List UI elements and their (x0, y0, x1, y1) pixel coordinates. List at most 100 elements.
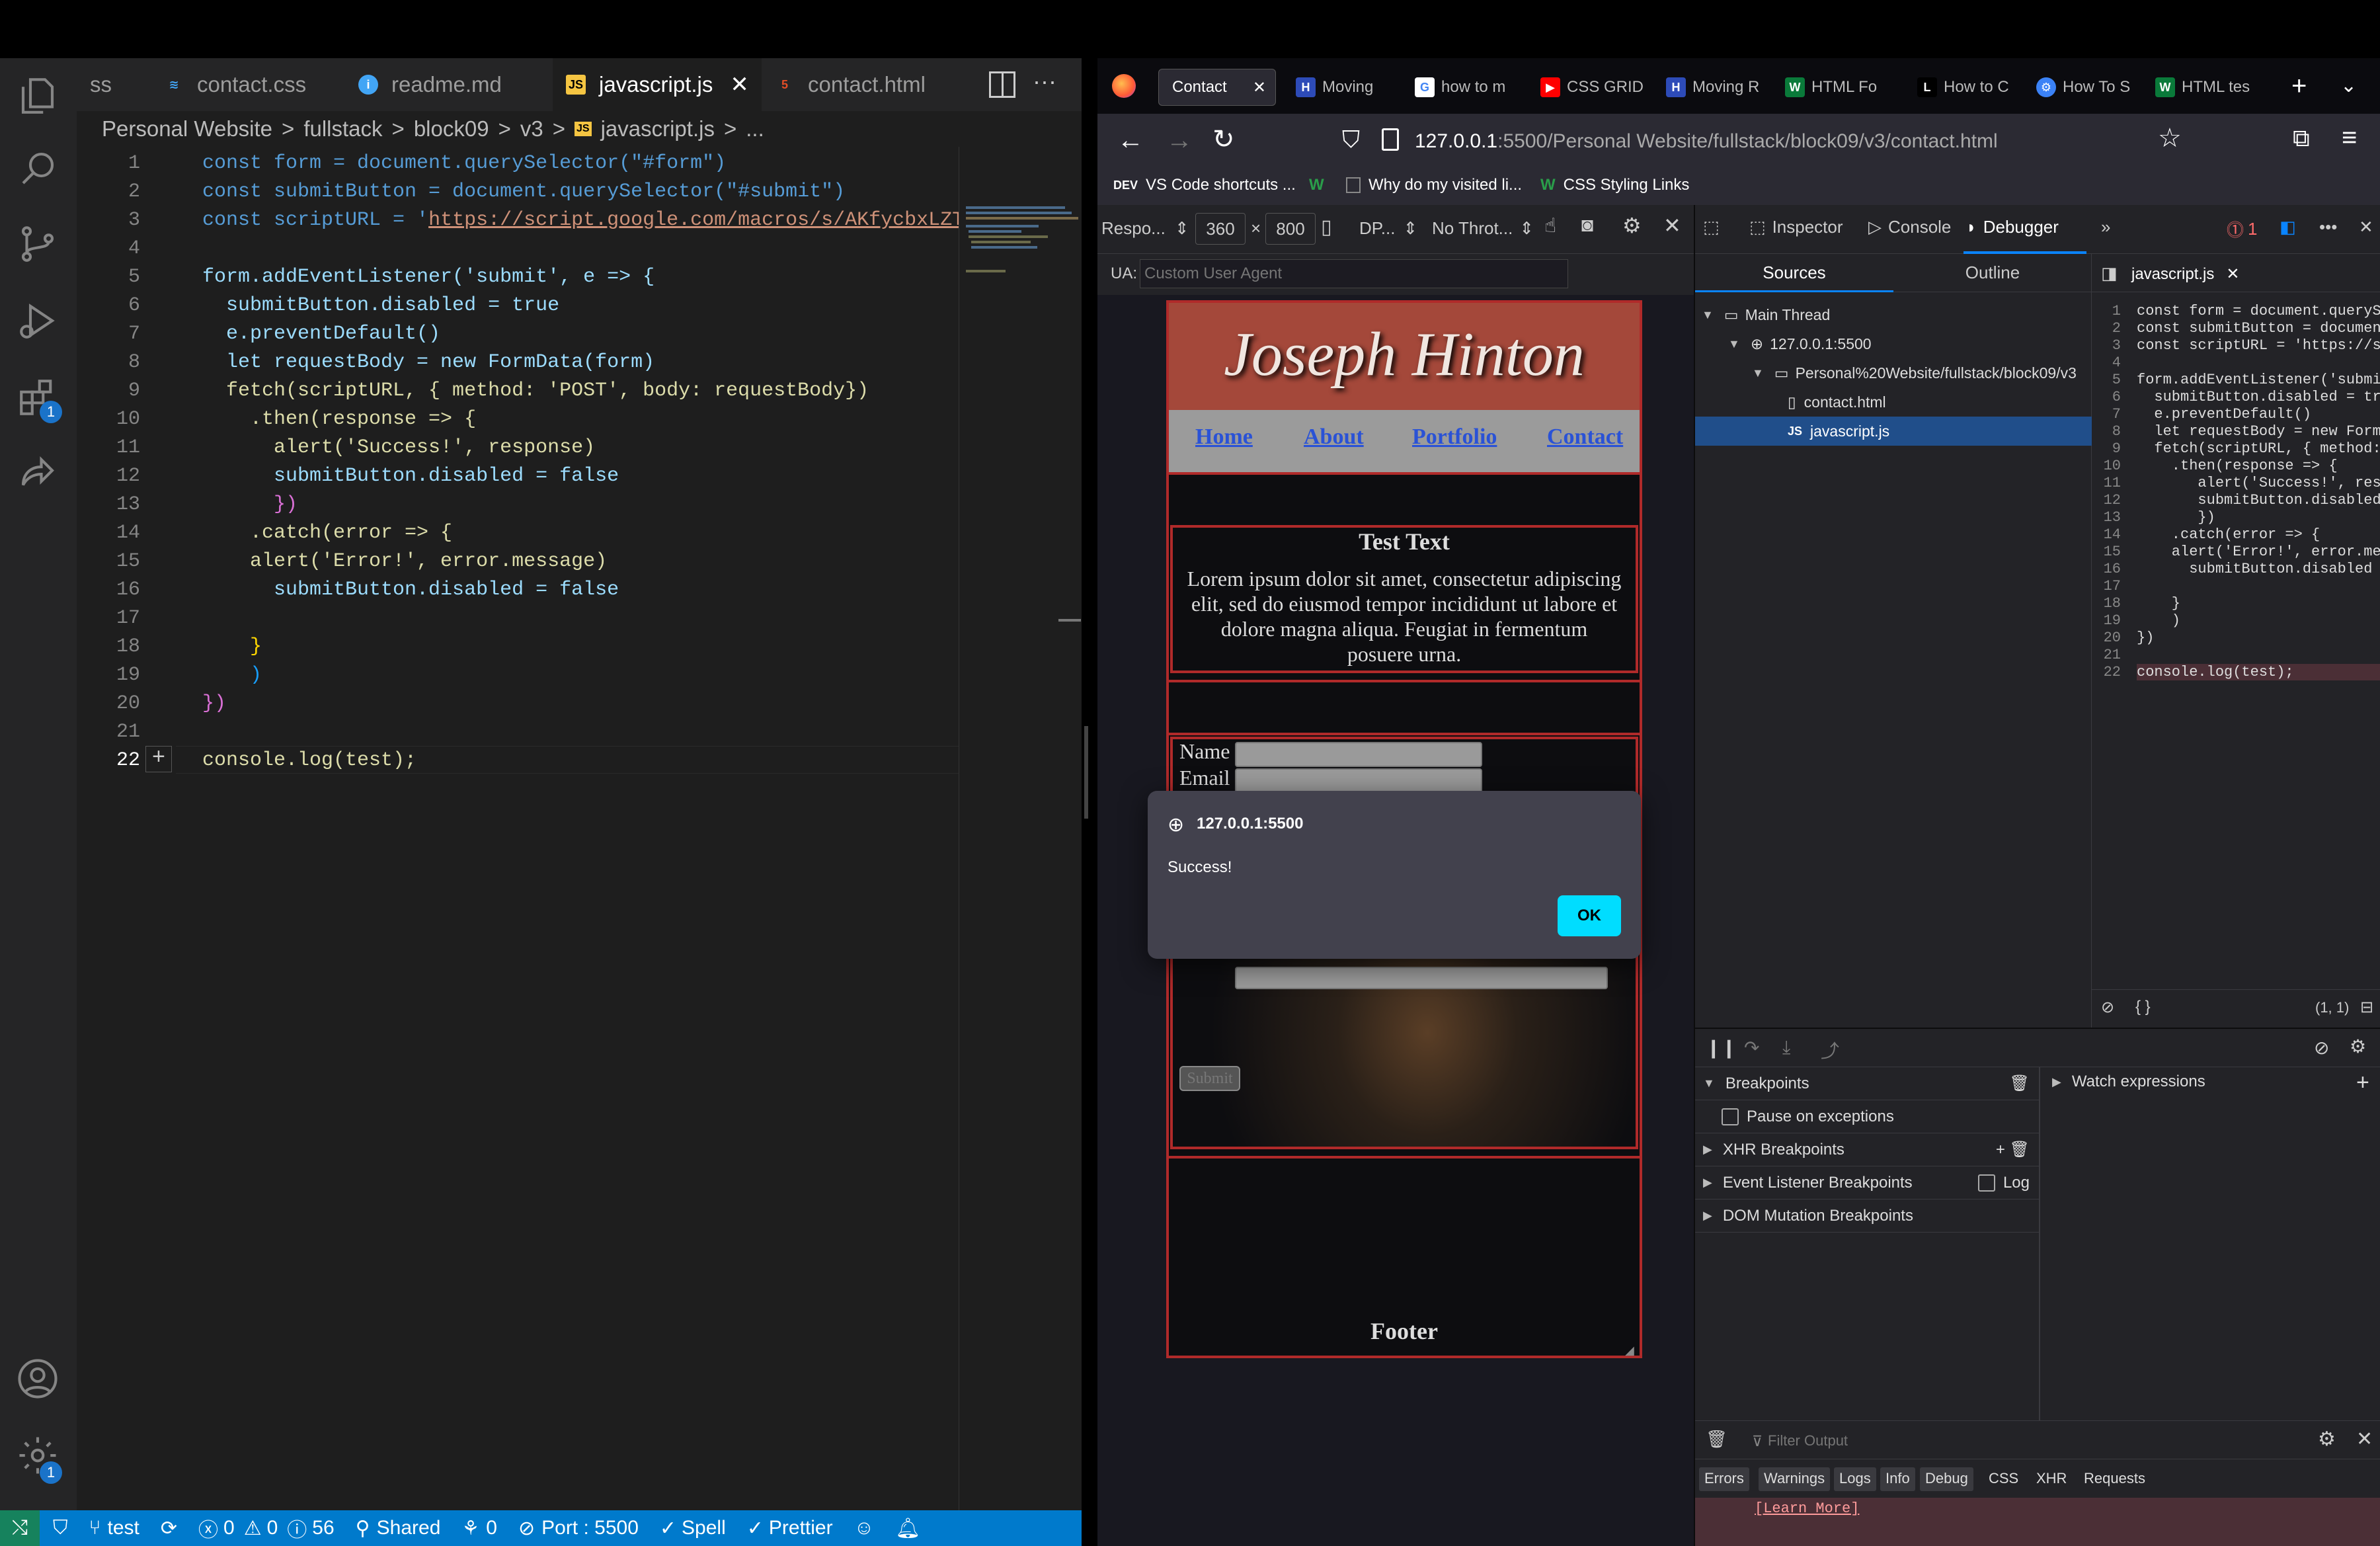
line-number[interactable]: 20 (2092, 630, 2121, 646)
step-in-icon[interactable]: ⤓ (1782, 1037, 1790, 1059)
line-number[interactable]: 11 (2092, 475, 2121, 491)
element-picker-icon[interactable]: ⬚ (1703, 217, 1720, 237)
tab-javascript-js[interactable]: JS javascript.js ✕ (553, 58, 762, 111)
tree-item-main-thread[interactable]: ▼ ▭ Main Thread (1702, 300, 1830, 329)
bookmark-star-icon[interactable]: ☆ (2158, 123, 2182, 153)
message-textarea[interactable] (1235, 967, 1608, 989)
line-number[interactable]: 2 (2092, 320, 2121, 337)
toggle-sidebar-icon[interactable]: ◨ (2101, 263, 2118, 284)
tree-item-host[interactable]: ▼ ⊕ 127.0.0.1:5500 (1728, 329, 1872, 358)
clear-console-trash-icon[interactable]: 🗑︎ (1706, 1429, 1727, 1449)
tab-outline[interactable]: Outline (1893, 254, 2092, 292)
extensions-puzzle-icon[interactable]: ⧉ (2293, 124, 2310, 153)
tracking-shield-icon[interactable]: ⛉ (1342, 126, 1360, 154)
device-select[interactable]: Respo... ⇕ (1101, 218, 1189, 239)
live-share-status[interactable]: ⚲ Shared (356, 1517, 441, 1540)
line-number[interactable]: 9 (2092, 440, 2121, 457)
learn-more-link[interactable]: [Learn More] (1755, 1500, 1859, 1517)
line-number[interactable]: 7 (2092, 406, 2121, 423)
filter-xhr-button[interactable]: XHR (2031, 1467, 2072, 1491)
filter-debug-button[interactable]: Debug (1920, 1467, 1973, 1491)
close-icon[interactable]: ✕ (730, 71, 749, 98)
sash[interactable] (1084, 726, 1088, 819)
branch-status[interactable]: ⑂ test (89, 1517, 139, 1539)
line-number[interactable]: 10 (2092, 458, 2121, 474)
tree-item-file-selected[interactable]: JS javascript.js (1788, 417, 1889, 446)
pause-exceptions-row[interactable]: Pause on exceptions (1695, 1100, 2039, 1133)
browser-tab[interactable]: Ghow to m (1415, 69, 1505, 106)
error-indicator[interactable]: ⓵1 (2227, 217, 2257, 241)
browser-tab[interactable]: H Moving R (1666, 69, 1759, 106)
pause-icon[interactable]: ❙❙ (1706, 1037, 1737, 1059)
tab-contact-css[interactable]: ≋ contact.css (151, 58, 345, 111)
firefox-logo-icon[interactable] (1112, 74, 1136, 98)
ports-status[interactable]: ⚘ 0 (461, 1517, 497, 1540)
watch-expressions-header[interactable]: ▶ Watch expressions (2052, 1073, 2205, 1091)
close-tab-icon[interactable]: ✕ (1253, 78, 1266, 97)
split-editor-icon[interactable] (989, 71, 1015, 98)
filter-css-button[interactable]: CSS (1983, 1467, 2024, 1491)
nav-link-portfolio[interactable]: Portfolio (1412, 425, 1497, 450)
filter-output-input[interactable] (1768, 1429, 2138, 1453)
more-tools-icon[interactable]: » (2101, 217, 2110, 237)
filter-errors-button[interactable]: Errors (1699, 1467, 1749, 1491)
tab-console[interactable]: ▷ Console (1868, 217, 1951, 237)
rotate-viewport-icon[interactable]: ▯ (1321, 216, 1332, 239)
line-number[interactable]: 17 (2092, 578, 2121, 594)
source-tab-javascript-js[interactable]: javascript.js ✕ (2131, 264, 2239, 284)
line-number[interactable]: 4 (2092, 354, 2121, 371)
line-number[interactable]: 14 (2092, 526, 2121, 543)
user-agent-input[interactable] (1140, 259, 1568, 288)
viewport-height-input[interactable]: 800 (1265, 213, 1316, 245)
filter-info-button[interactable]: Info (1880, 1467, 1915, 1491)
trash-icon[interactable]: 🗑︎ (2010, 1074, 2030, 1093)
browser-tab[interactable]: W HTML Fo (1785, 69, 1877, 106)
line-number[interactable]: 1 (2092, 303, 2121, 319)
breadcrumb-item[interactable]: v3 (520, 116, 543, 142)
throttle-select[interactable]: No Throt... ⇕ (1432, 218, 1534, 239)
source-code[interactable]: 1 const form = document.queryS 2 const subm… (2092, 292, 2380, 993)
line-number[interactable]: 15 (2092, 544, 2121, 560)
xhr-breakpoints-header[interactable]: ▶ XHR Breakpoints + 🗑︎ (1695, 1133, 2039, 1166)
minimap[interactable] (959, 147, 1082, 1510)
tab-sources[interactable]: Sources (1695, 254, 1893, 292)
nav-link-contact[interactable]: Contact (1547, 425, 1623, 450)
tab-readme[interactable]: i readme.md (345, 58, 553, 111)
browser-tab[interactable]: L How to C (1917, 69, 2009, 106)
settings-gear-icon[interactable]: ⚙ (1622, 213, 1642, 238)
live-server-port[interactable]: ⊘ Port : 5500 (518, 1517, 639, 1540)
url-bar[interactable]: 127.0.0.1:5500/Personal Website/fullstac… (1415, 122, 2155, 161)
line-number[interactable]: 22 (2092, 664, 2121, 680)
line-number[interactable]: 18 (2092, 595, 2121, 612)
bookmark-item[interactable]: DEV VS Code shortcuts ... (1113, 176, 1296, 194)
bookmark-item[interactable]: Why do my visited li... (1346, 176, 1522, 194)
add-comment-icon[interactable]: + (145, 746, 172, 772)
hamburger-menu-icon[interactable]: ≡ (2342, 123, 2357, 153)
line-number[interactable]: 3 (2092, 337, 2121, 354)
name-input[interactable] (1235, 742, 1482, 767)
remote-indicator[interactable]: ⤭ (0, 1510, 40, 1546)
sync-icon[interactable]: ⟳ (161, 1517, 177, 1540)
new-tab-icon[interactable]: + (2291, 71, 2307, 101)
event-listener-breakpoints-header[interactable]: ▶ Event Listener Breakpoints Log (1695, 1166, 2039, 1200)
dpr-select[interactable]: DP... ⇕ (1359, 218, 1417, 239)
screenshot-camera-icon[interactable]: ◙ (1581, 214, 1593, 237)
debugger-settings-gear-icon[interactable]: ⚙ (2350, 1036, 2366, 1057)
explorer-icon[interactable] (16, 74, 60, 118)
email-input[interactable] (1235, 768, 1482, 793)
code-editor[interactable]: 1 2 3 4 5 6 7 8 9 10 11 12 13 14 15 16 1… (77, 147, 988, 1510)
prettier-status[interactable]: ✓ Prettier (747, 1517, 833, 1540)
blackbox-icon[interactable]: ⊘ (2101, 998, 2114, 1017)
account-icon[interactable] (16, 1357, 60, 1401)
forward-arrow-icon[interactable]: → (1166, 126, 1193, 155)
tree-item-file[interactable]: ▯ contact.html (1788, 387, 1886, 417)
problems-status[interactable]: ⓧ 0 ⚠ 0 ⓘ 56 (198, 1514, 335, 1543)
browser-tab[interactable]: ⚙ How To S (2036, 69, 2130, 106)
filter-warnings-button[interactable]: Warnings (1759, 1467, 1831, 1491)
log-checkbox[interactable] (1977, 1174, 1995, 1192)
line-number[interactable]: 16 (2092, 561, 2121, 577)
nav-link-about[interactable]: About (1304, 425, 1364, 450)
line-number[interactable]: 8 (2092, 423, 2121, 440)
tab-partial[interactable]: ss (77, 58, 151, 111)
browser-tab[interactable]: H Moving (1296, 69, 1373, 106)
